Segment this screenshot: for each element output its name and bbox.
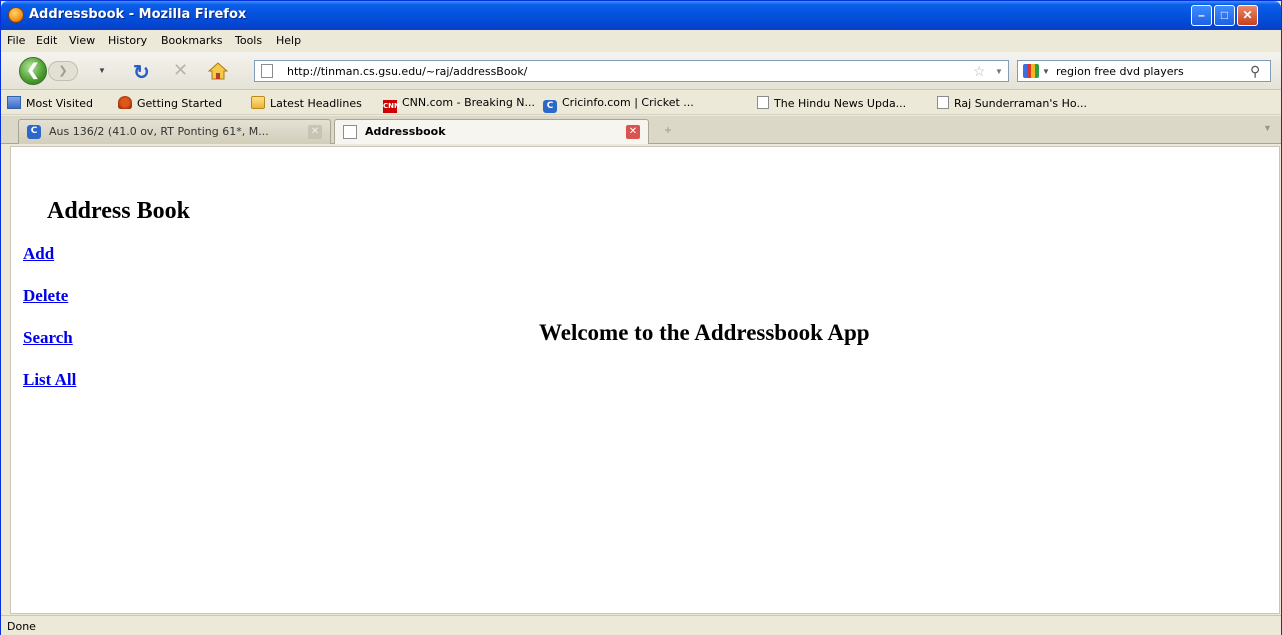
menu-bookmarks[interactable]: Bookmarks <box>161 34 222 47</box>
welcome-heading: Welcome to the Addressbook App <box>539 320 870 345</box>
reload-icon[interactable]: ↻ <box>133 60 150 85</box>
most-visited-icon <box>7 96 21 109</box>
delete-link[interactable]: Delete <box>23 286 68 306</box>
search-engine-dropdown-icon[interactable]: ▼ <box>1042 67 1050 76</box>
cnn-icon: CNN <box>383 100 400 113</box>
tab-label: Aus 136/2 (41.0 ov, RT Ponting 61*, M... <box>49 125 269 138</box>
tab-cricket-score[interactable]: C Aus 136/2 (41.0 ov, RT Ponting 61*, M.… <box>18 119 331 144</box>
forward-button[interactable]: ❯ <box>48 61 78 81</box>
bookmark-star-icon[interactable]: ☆ <box>973 63 986 80</box>
page-content: Address Book Add Delete Search List All … <box>10 146 1280 614</box>
browser-window: Addressbook - Mozilla Firefox – □ ✕ File… <box>0 0 1282 635</box>
stop-icon[interactable]: ✕ <box>173 60 188 81</box>
new-tab-icon[interactable]: + <box>657 123 679 141</box>
rss-folder-icon <box>251 96 265 109</box>
title-bar[interactable]: Addressbook - Mozilla Firefox – □ ✕ <box>1 1 1281 30</box>
menu-edit[interactable]: Edit <box>36 34 57 47</box>
bookmark-cnn[interactable]: CNN CNN.com - Breaking N... <box>383 96 535 113</box>
tab-bar: C Aus 136/2 (41.0 ov, RT Ponting 61*, M.… <box>1 116 1281 144</box>
bookmark-raj-sunderraman[interactable]: Raj Sunderraman's Ho... <box>937 96 1087 110</box>
close-tab-icon[interactable]: ✕ <box>308 125 322 139</box>
status-text: Done <box>7 620 36 633</box>
close-window-button[interactable]: ✕ <box>1237 5 1258 26</box>
add-link[interactable]: Add <box>23 244 54 264</box>
page-icon <box>757 96 769 109</box>
home-icon[interactable] <box>207 62 229 80</box>
status-bar: Done <box>1 615 1281 635</box>
bookmark-the-hindu[interactable]: The Hindu News Upda... <box>757 96 906 110</box>
tab-addressbook[interactable]: Addressbook ✕ <box>334 119 649 144</box>
search-link[interactable]: Search <box>23 328 73 348</box>
page-title: Address Book <box>47 198 190 224</box>
close-tab-icon[interactable]: ✕ <box>626 125 640 139</box>
minimize-button[interactable]: – <box>1191 5 1212 26</box>
url-input[interactable]: http://tinman.cs.gsu.edu/~raj/addressBoo… <box>287 65 527 78</box>
bookmarks-toolbar: Most Visited Getting Started Latest Head… <box>1 91 1281 115</box>
firefox-icon <box>8 7 24 23</box>
menu-tools[interactable]: Tools <box>235 34 262 47</box>
search-icon[interactable]: ⚲ <box>1250 63 1260 80</box>
navigation-toolbar: ❮ ❯ ▼ ↻ ✕ http://tinman.cs.gsu.edu/~raj/… <box>1 52 1281 90</box>
history-dropdown-icon[interactable]: ▼ <box>98 66 106 75</box>
bookmark-getting-started[interactable]: Getting Started <box>118 96 222 110</box>
menu-view[interactable]: View <box>69 34 95 47</box>
bookmark-cricinfo[interactable]: C Cricinfo.com | Cricket ... <box>543 96 694 113</box>
page-icon <box>937 96 949 109</box>
bookmark-most-visited[interactable]: Most Visited <box>7 96 93 110</box>
window-title: Addressbook - Mozilla Firefox <box>29 7 247 22</box>
page-icon <box>261 64 273 78</box>
search-input[interactable]: region free dvd players <box>1056 65 1184 78</box>
menu-help[interactable]: Help <box>276 34 301 47</box>
url-bar[interactable]: http://tinman.cs.gsu.edu/~raj/addressBoo… <box>254 60 1009 82</box>
menu-bar: File Edit View History Bookmarks Tools H… <box>1 31 1281 51</box>
maximize-button[interactable]: □ <box>1214 5 1235 26</box>
bookmark-latest-headlines[interactable]: Latest Headlines <box>251 96 362 110</box>
page-icon <box>343 125 357 139</box>
google-icon[interactable] <box>1023 64 1039 78</box>
cricinfo-icon: C <box>543 100 557 113</box>
list-all-link[interactable]: List All <box>23 370 76 390</box>
url-dropdown-icon[interactable]: ▼ <box>995 67 1003 76</box>
cricinfo-icon: C <box>27 125 41 139</box>
menu-file[interactable]: File <box>7 34 25 47</box>
tab-label: Addressbook <box>365 125 446 138</box>
menu-history[interactable]: History <box>108 34 147 47</box>
tab-list-icon[interactable]: ▼ <box>1263 123 1272 133</box>
search-bar[interactable]: ▼ region free dvd players ⚲ <box>1017 60 1271 82</box>
back-button[interactable]: ❮ <box>19 57 47 85</box>
getting-started-icon <box>118 96 132 109</box>
